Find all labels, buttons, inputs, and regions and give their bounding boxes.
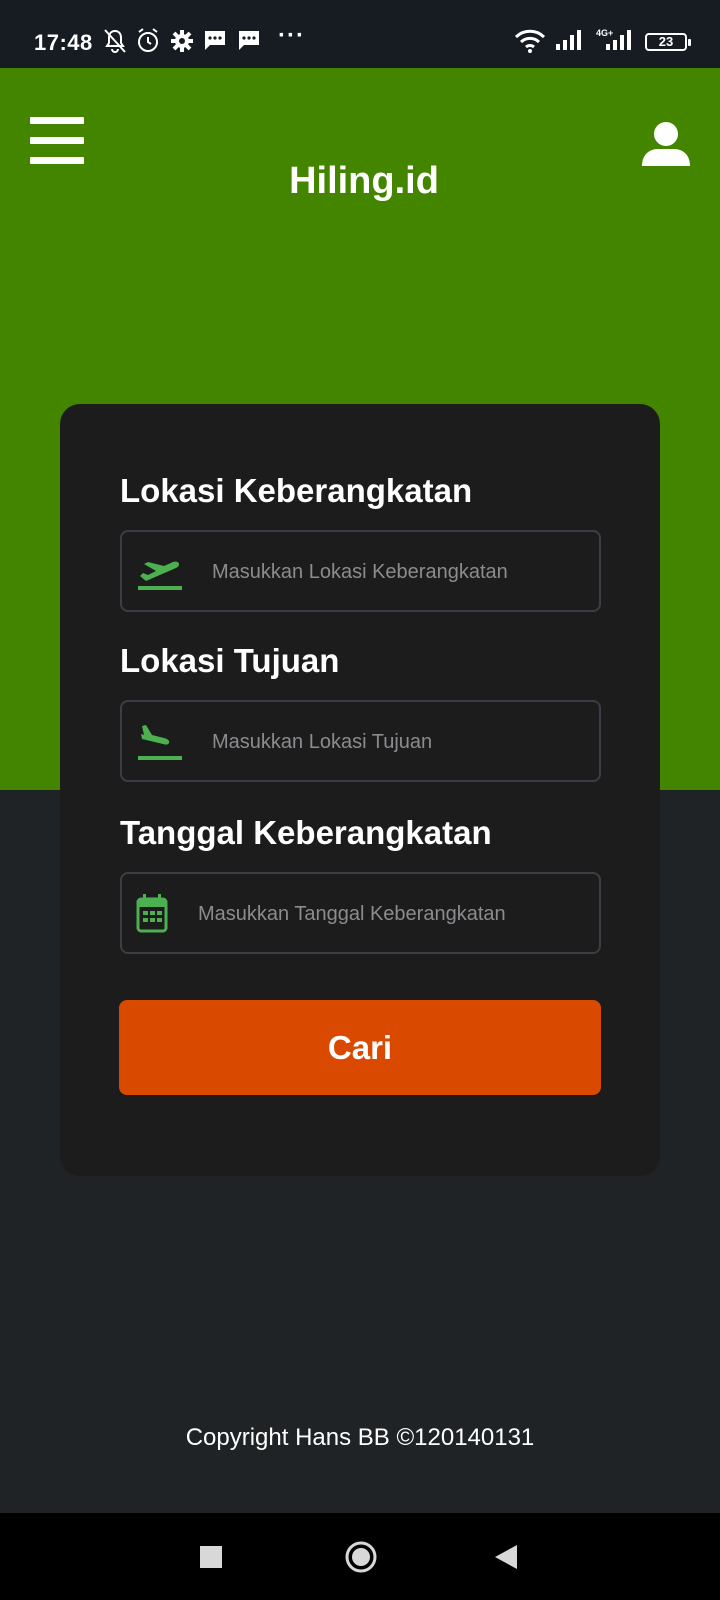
battery-icon: 23 — [645, 33, 691, 51]
departure-label: Lokasi Keberangkatan — [120, 472, 473, 509]
navigation-bar — [0, 1513, 720, 1600]
signal-icon — [554, 28, 584, 52]
mute-alarm-icon — [103, 28, 127, 54]
home-icon[interactable] — [344, 1540, 378, 1579]
more-dots-icon: ··· — [278, 22, 305, 49]
search-button[interactable]: Cari — [119, 1000, 601, 1095]
alarm-icon — [136, 28, 160, 54]
message-icon — [203, 28, 227, 52]
date-input[interactable] — [196, 874, 589, 954]
departure-input[interactable] — [210, 532, 589, 612]
status-bar: 17:48 ··· 4G+ 23 — [0, 0, 720, 68]
flight-land-icon — [136, 724, 184, 767]
back-icon[interactable] — [495, 1545, 517, 1574]
destination-field[interactable] — [120, 700, 601, 782]
flight-takeoff-icon — [136, 554, 184, 597]
status-time: 17:48 — [34, 30, 93, 55]
settings-icon — [170, 28, 194, 54]
destination-input[interactable] — [210, 702, 589, 782]
date-field[interactable] — [120, 872, 601, 954]
message-icon-2 — [237, 28, 261, 52]
battery-level: 23 — [658, 34, 674, 49]
copyright-text: Copyright Hans BB ©120140131 — [185, 1424, 535, 1451]
signal-4g-icon — [604, 28, 634, 52]
user-icon[interactable] — [642, 120, 690, 168]
destination-label: Lokasi Tujuan — [120, 642, 340, 679]
date-label: Tanggal Keberangkatan — [120, 814, 492, 851]
wifi-icon — [514, 28, 546, 54]
recent-apps-icon[interactable] — [200, 1546, 222, 1573]
calendar-icon — [136, 894, 168, 939]
search-card: Lokasi Keberangkatan Lokasi Tujuan Tangg… — [60, 404, 660, 1176]
departure-field[interactable] — [120, 530, 601, 612]
app-title: Hiling.id — [289, 160, 439, 202]
